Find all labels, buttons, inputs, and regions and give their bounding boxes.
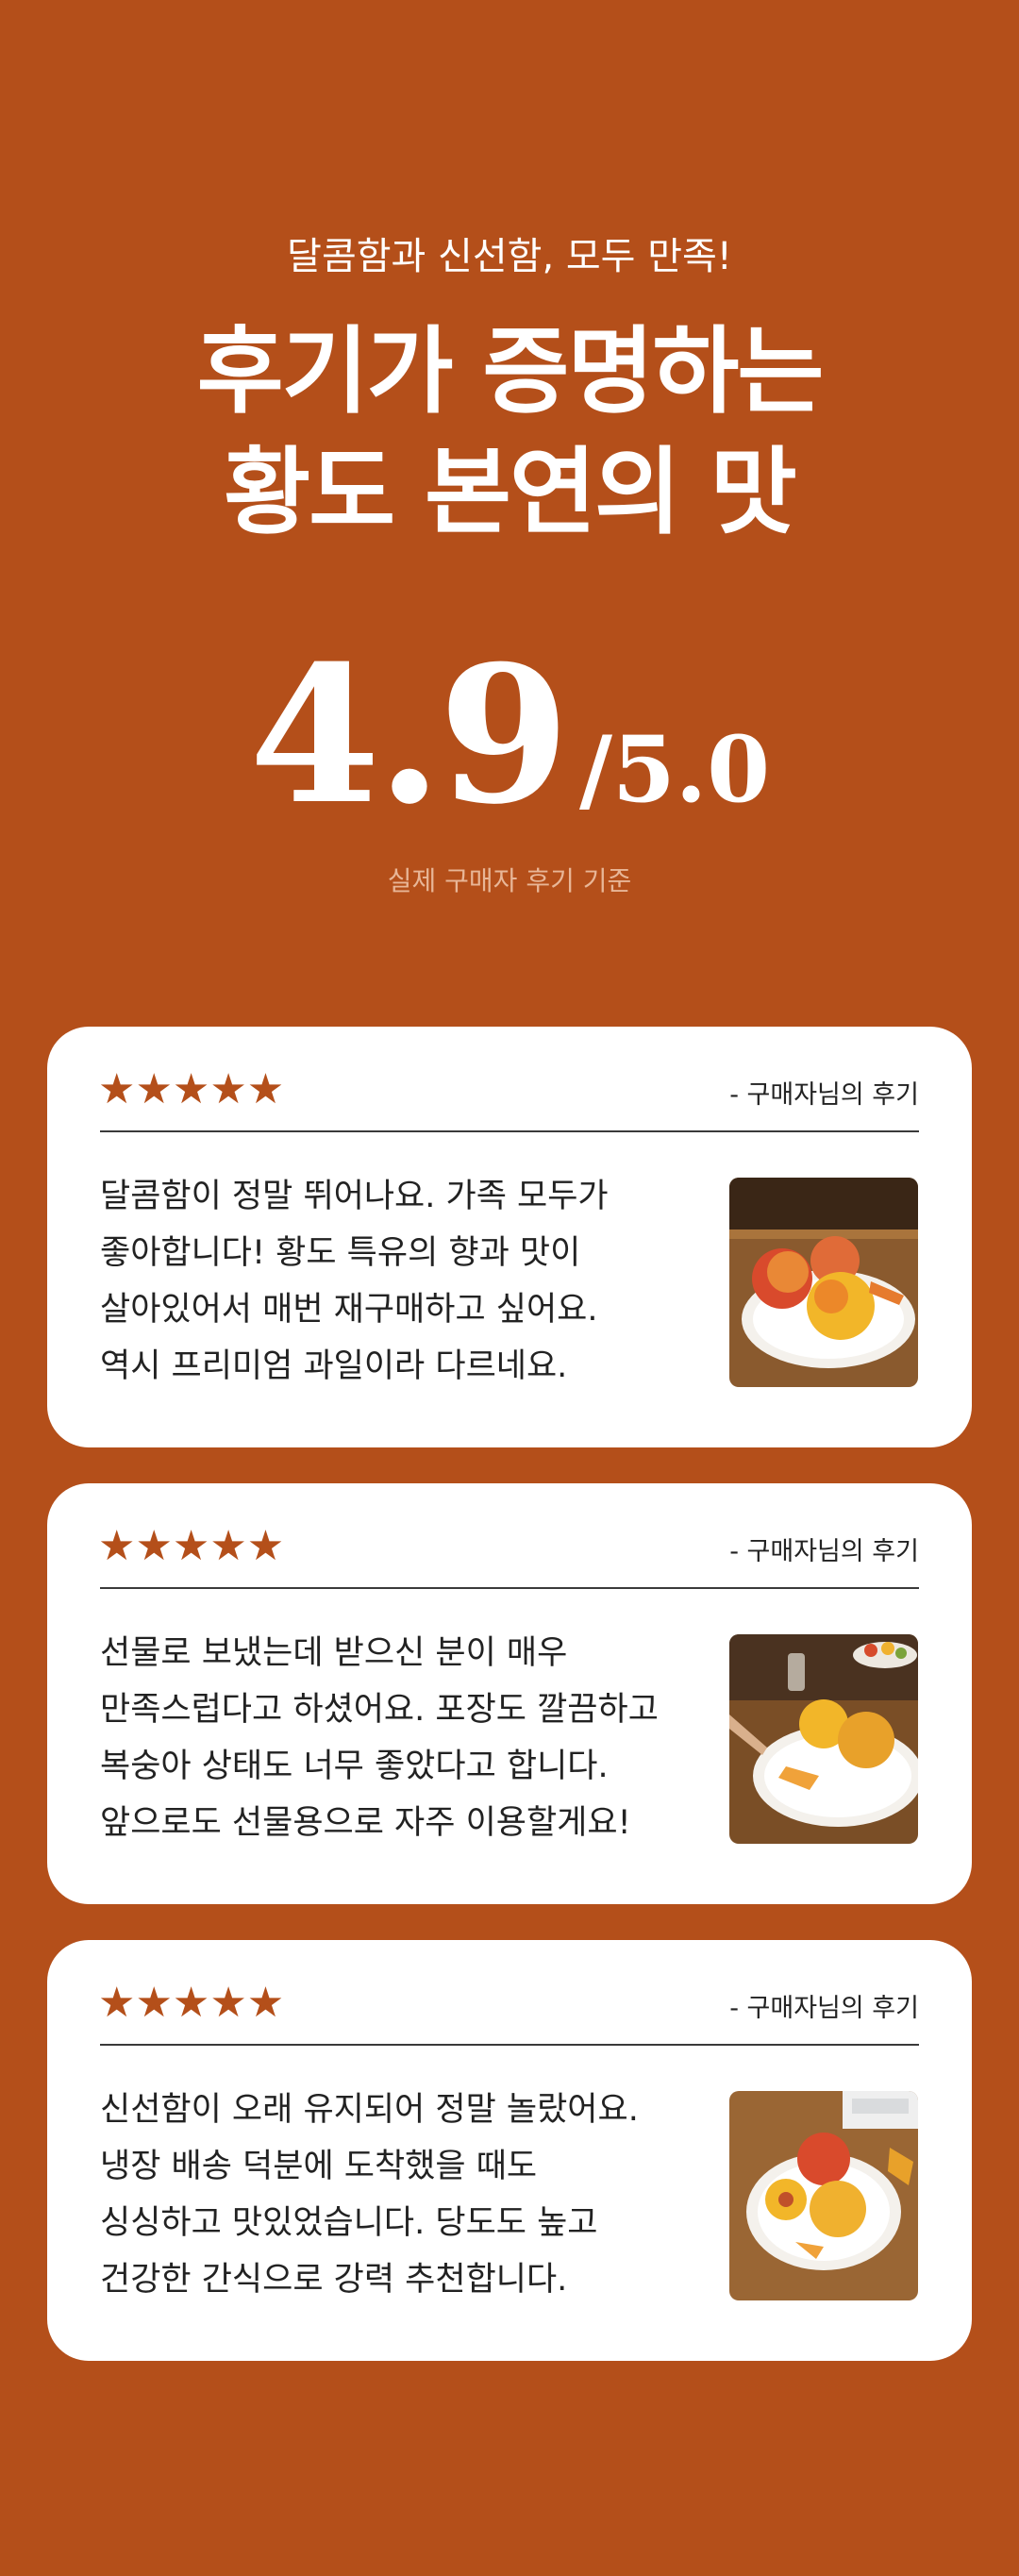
review-author: - 구매자님의 후기	[729, 1080, 919, 1110]
rating-out-of: /5.0	[578, 716, 771, 823]
star-rating: ★★★★★	[98, 1978, 284, 2029]
review-text: 신선함이 오래 유지되어 정말 놀랐어요. 냉장 배송 덕분에 도착했을 때도 …	[100, 2082, 704, 2308]
peach-plate-photo-icon	[729, 2091, 918, 2300]
star-rating: ★★★★★	[98, 1521, 284, 1572]
review-text-line: 앞으로도 선물용으로 자주 이용할게요!	[100, 1804, 631, 1842]
review-text-line: 만족스럽다고 하셨어요. 포장도 깔끔하고	[100, 1691, 659, 1729]
review-card: ★★★★★ - 구매자님의 후기 달콤함이 정말 뛰어나요. 가족 모두가 좋아…	[47, 1027, 972, 1447]
review-author: - 구매자님의 후기	[729, 1994, 919, 2023]
review-divider	[100, 1587, 919, 1589]
rating-display: 4.9/5.0	[0, 642, 1019, 830]
review-card: ★★★★★ - 구매자님의 후기 선물로 보냈는데 받으신 분이 매우 만족스럽…	[47, 1483, 972, 1904]
peach-plate-photo-icon	[729, 1178, 918, 1387]
review-photo[interactable]	[729, 1178, 918, 1387]
rating-score: 4.9	[248, 625, 570, 846]
review-text-line: 역시 프리미엄 과일이라 다르네요.	[100, 1347, 568, 1385]
hero-subtitle: 달콤함과 신선함, 모두 만족!	[287, 235, 732, 278]
review-photo[interactable]	[729, 1634, 918, 1844]
hero-headline: 후기가 증명하는 황도 본연의 맛	[0, 311, 1019, 553]
review-author: - 구매자님의 후기	[729, 1537, 919, 1566]
review-photo[interactable]	[729, 2091, 918, 2300]
review-divider	[100, 1130, 919, 1132]
review-text-line: 냉장 배송 덕분에 도착했을 때도	[100, 2148, 538, 2185]
star-rating: ★★★★★	[98, 1064, 284, 1115]
review-text-line: 싱싱하고 맛있었습니다. 당도도 높고	[100, 2204, 598, 2242]
headline-line-1: 후기가 증명하는	[196, 316, 825, 427]
review-divider	[100, 2044, 919, 2046]
rating-note: 실제 구매자 후기 기준	[387, 865, 632, 896]
review-text-line: 살아있어서 매번 재구매하고 싶어요.	[100, 1291, 598, 1329]
star-rating-stars: ★★★★★	[98, 1065, 285, 1113]
review-text-line: 선물로 보냈는데 받으신 분이 매우	[100, 1634, 568, 1672]
review-text-line: 신선함이 오래 유지되어 정말 놀랐어요.	[100, 2091, 639, 2129]
review-card: ★★★★★ - 구매자님의 후기 신선함이 오래 유지되어 정말 놀랐어요. 냉…	[47, 1940, 972, 2361]
review-text-line: 복숭아 상태도 너무 좋았다고 합니다.	[100, 1748, 609, 1785]
review-text-line: 건강한 간식으로 강력 추천합니다.	[100, 2261, 568, 2299]
headline-line-2: 황도 본연의 맛	[224, 437, 797, 547]
review-text: 달콤함이 정말 뛰어나요. 가족 모두가 좋아합니다! 황도 특유의 향과 맛이…	[100, 1168, 704, 1395]
review-text-line: 달콤함이 정말 뛰어나요. 가족 모두가	[100, 1178, 609, 1215]
star-rating-stars: ★★★★★	[98, 1522, 285, 1570]
star-rating-stars: ★★★★★	[98, 1979, 285, 2027]
peach-plate-photo-icon	[729, 1634, 918, 1844]
review-text: 선물로 보냈는데 받으신 분이 매우 만족스럽다고 하셨어요. 포장도 깔끔하고…	[100, 1625, 704, 1851]
review-text-line: 좋아합니다! 황도 특유의 향과 맛이	[100, 1234, 581, 1272]
